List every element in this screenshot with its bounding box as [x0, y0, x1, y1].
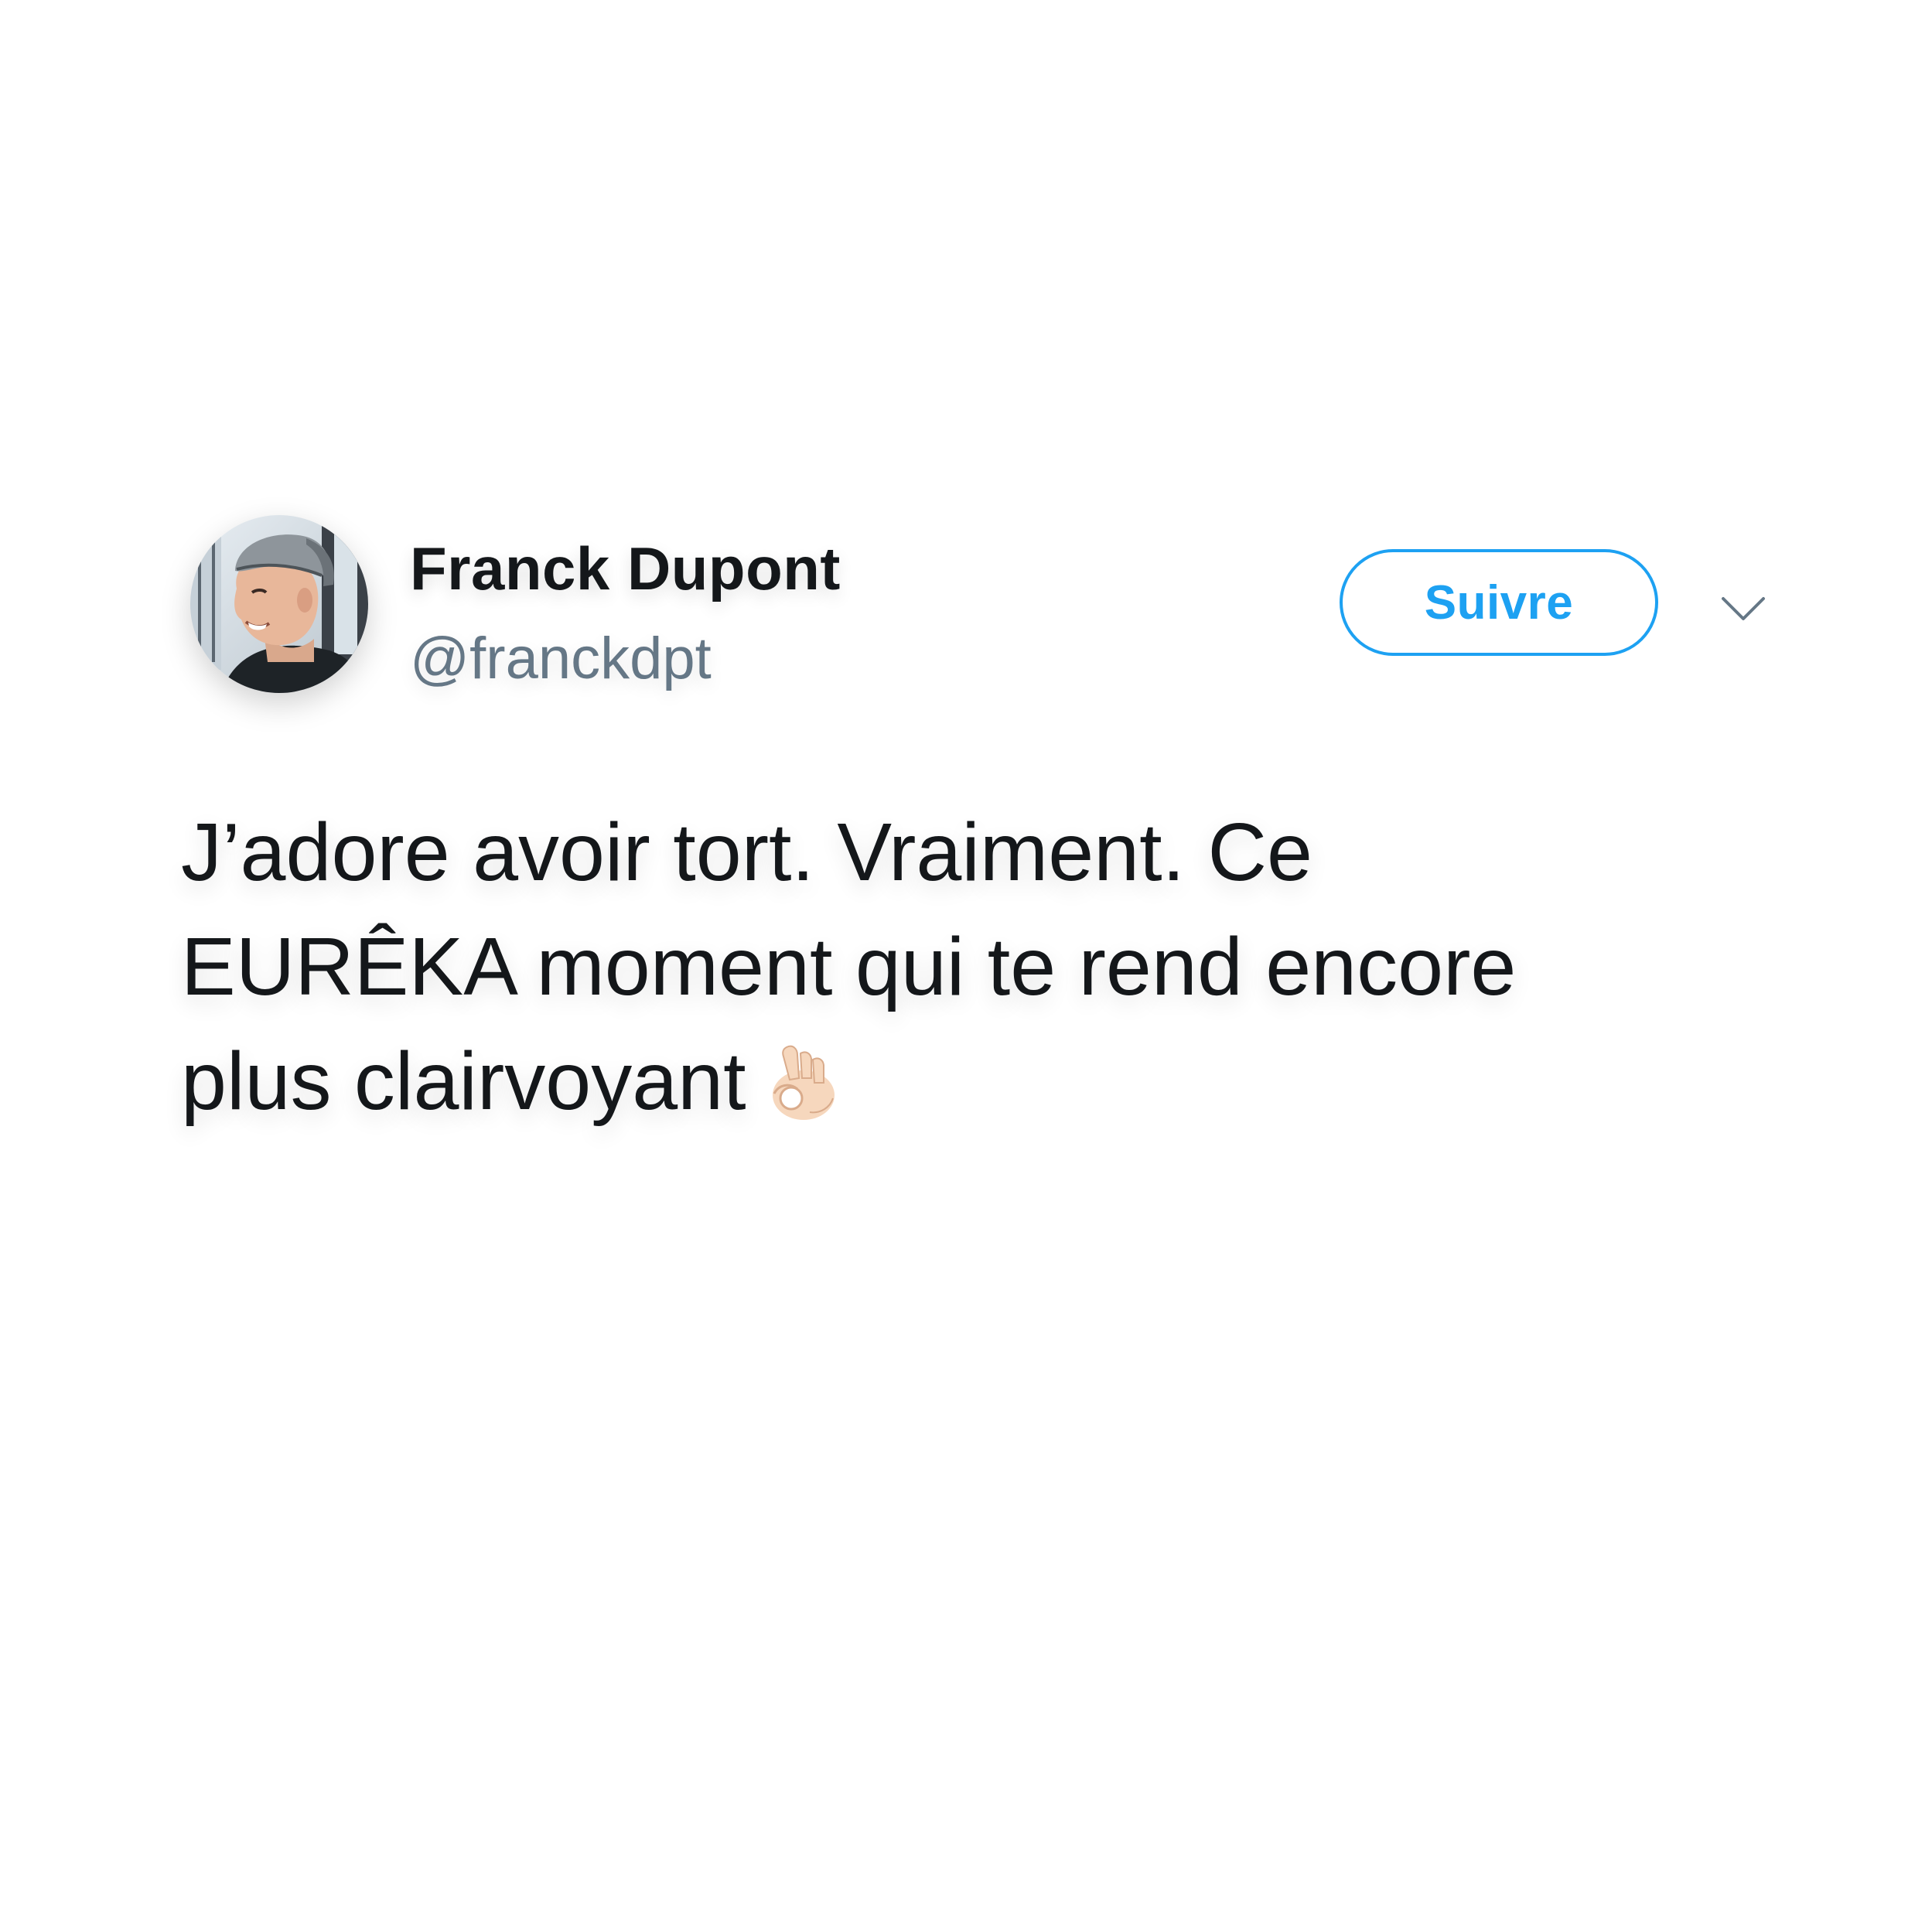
tweet-text-line: J’adore avoir tort. Vraiment. Ce — [181, 807, 1312, 898]
tweet-text-line: plus clairvoyant — [181, 1036, 746, 1127]
avatar-photo — [190, 515, 368, 693]
follow-button-label: Suivre — [1424, 575, 1574, 630]
tweet-text-line-last: plus clairvoyant — [181, 1024, 1650, 1138]
chevron-down-icon[interactable] — [1719, 588, 1768, 626]
tweet-card: Franck Dupont @franckdpt Suivre J’adore … — [0, 0, 1932, 1932]
author-display-name[interactable]: Franck Dupont — [410, 534, 841, 604]
tweet-text-line: EURÊKA moment qui te rend encore — [181, 921, 1517, 1012]
tweet-text: J’adore avoir tort. Vraiment. Ce EURÊKA … — [181, 795, 1650, 1138]
author-handle[interactable]: @franckdpt — [410, 625, 712, 692]
avatar[interactable] — [190, 515, 368, 693]
follow-button[interactable]: Suivre — [1340, 549, 1658, 656]
ok-hand-emoji — [763, 1038, 841, 1123]
